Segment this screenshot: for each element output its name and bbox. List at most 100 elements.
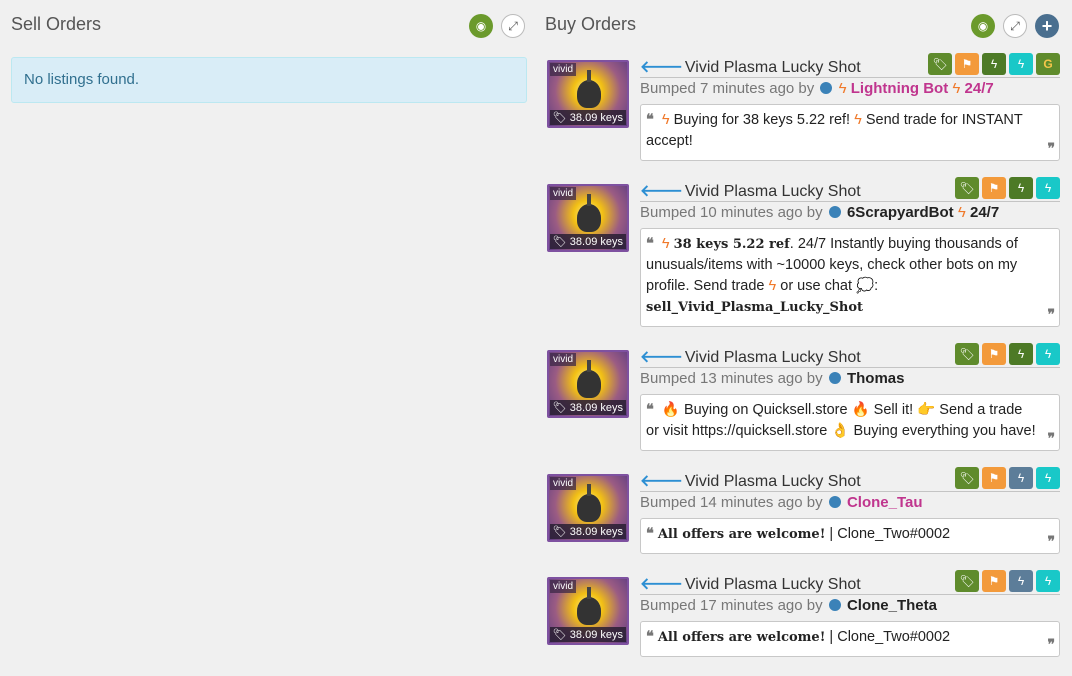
bolt-icon[interactable]: ϟ	[1036, 343, 1060, 365]
tag-icon[interactable]: 🏷	[928, 53, 952, 75]
bolt-icon[interactable]: ϟ	[1009, 177, 1033, 199]
no-listings-alert: No listings found.	[11, 57, 527, 103]
quality-tag: vivid	[550, 580, 577, 593]
user-suffix: 24/7	[969, 204, 1000, 221]
arrow-left-icon: 🡐	[640, 59, 683, 76]
expand-icon: ⤢	[1010, 18, 1020, 33]
comment-text: Sell it!	[873, 402, 914, 418]
status-dot-icon	[820, 82, 833, 94]
item-image	[577, 194, 601, 232]
quote-close-icon: ❞	[1047, 637, 1055, 653]
quote-close-icon: ❞	[1047, 141, 1055, 157]
bolt-icon: ϟ	[838, 80, 847, 97]
price-tag: 🏷 38.09 keys	[549, 627, 626, 642]
item-name-link[interactable]: Vivid Plasma Lucky Shot	[685, 473, 861, 490]
tag-icon: 🏷	[552, 526, 567, 538]
comment-text: | Clone_Two#0002	[825, 629, 951, 645]
fire-icon: 🔥	[851, 402, 870, 418]
price-value: 38.09 keys	[569, 526, 623, 538]
comment-text: Buying for 38 keys 5.22 ref!	[673, 112, 851, 128]
status-dot-icon	[828, 206, 841, 218]
toggle-visibility-button[interactable]: ◉	[971, 14, 995, 38]
item-name-link[interactable]: Vivid Plasma Lucky Shot	[685, 576, 861, 593]
ok-hand-icon: 👌	[831, 423, 850, 439]
item-thumbnail[interactable]: vivid 🏷 38.09 keys	[547, 577, 629, 645]
user-link[interactable]: Lightning Bot	[851, 80, 948, 97]
add-listing-button[interactable]: +	[1035, 14, 1059, 38]
comment-text: Buying everything you have!	[853, 423, 1036, 439]
listing-comment: ❝ All offers are welcome! | Clone_Two#000…	[640, 621, 1060, 657]
tag-icon: 🏷	[552, 402, 567, 414]
user-link[interactable]: 6ScrapyardBot	[847, 204, 954, 221]
user-link[interactable]: Clone_Tau	[847, 494, 923, 511]
bump-text: Bumped 17 minutes ago by	[640, 597, 823, 614]
bump-info: Bumped 17 minutes ago by Clone_Theta	[640, 597, 1060, 617]
quality-tag: vivid	[550, 63, 577, 76]
listing: vivid 🏷 38.09 keys 🡐 Vivid Plasma Lucky S…	[547, 343, 1060, 456]
bolt-icon: ϟ	[957, 204, 966, 221]
bump-info: Bumped 14 minutes ago by Clone_Tau	[640, 494, 1060, 514]
expand-icon: ⤢	[508, 18, 518, 33]
listing-comment: ❝ ϟ 38 keys 5.22 ref. 24/7 Instantly buy…	[640, 228, 1060, 327]
tag-icon[interactable]: 🏷	[955, 467, 979, 489]
eye-slash-icon: ◉	[977, 19, 989, 33]
item-name-link[interactable]: Vivid Plasma Lucky Shot	[685, 183, 861, 200]
bolt-icon: ϟ	[768, 278, 777, 294]
item-thumbnail[interactable]: vivid 🏷 38.09 keys	[547, 474, 629, 542]
flag-icon[interactable]: ⚑	[982, 570, 1006, 592]
listing-comment: ❝ All offers are welcome! | Clone_Two#000…	[640, 518, 1060, 554]
tag-icon[interactable]: 🏷	[955, 343, 979, 365]
flag-icon[interactable]: ⚑	[982, 177, 1006, 199]
status-dot-icon	[828, 372, 841, 384]
arrow-left-icon: 🡐	[640, 183, 683, 200]
flag-icon[interactable]: ⚑	[982, 467, 1006, 489]
quality-tag: vivid	[550, 477, 577, 490]
bump-text: Bumped 7 minutes ago by	[640, 80, 815, 97]
user-link[interactable]: Thomas	[847, 370, 905, 387]
quote-open-icon: ❝	[646, 401, 654, 418]
bolt-icon: ϟ	[854, 112, 862, 128]
price-tag: 🏷 38.09 keys	[549, 400, 626, 415]
item-image	[577, 587, 601, 625]
bolt-icon[interactable]: ϟ	[1036, 467, 1060, 489]
flag-icon[interactable]: ⚑	[955, 53, 979, 75]
tag-icon[interactable]: 🏷	[955, 177, 979, 199]
comment-text: :	[874, 278, 879, 294]
gladiator-icon[interactable]: G	[1036, 53, 1060, 75]
plus-icon: +	[1041, 15, 1053, 36]
user-suffix: 24/7	[964, 80, 994, 97]
bolt-icon[interactable]: ϟ	[1009, 343, 1033, 365]
comment-text: or use chat	[780, 278, 852, 294]
bolt-icon[interactable]: ϟ	[982, 53, 1006, 75]
toggle-visibility-button[interactable]: ◉	[469, 14, 493, 38]
bump-info: Bumped 7 minutes ago by ϟ Lightning Bot …	[640, 80, 1060, 100]
item-thumbnail[interactable]: vivid 🏷 38.09 keys	[547, 184, 629, 252]
price-value: 38.09 keys	[569, 629, 623, 641]
comment-bold-text: All offers are welcome!	[657, 527, 826, 542]
bolt-icon[interactable]: ϟ	[1009, 467, 1033, 489]
item-name-link[interactable]: Vivid Plasma Lucky Shot	[685, 59, 861, 76]
tag-icon: 🏷	[552, 629, 567, 641]
item-thumbnail[interactable]: vivid 🏷 38.09 keys	[547, 350, 629, 418]
chat-bubble-icon: 💭	[856, 278, 875, 294]
expand-button[interactable]: ⤢	[1003, 14, 1027, 38]
item-thumbnail[interactable]: vivid 🏷 38.09 keys	[547, 60, 629, 128]
bolt-icon[interactable]: ϟ	[1009, 570, 1033, 592]
comment-bold-text: All offers are welcome!	[657, 630, 826, 645]
item-name-link[interactable]: Vivid Plasma Lucky Shot	[685, 349, 861, 366]
bolt-icon[interactable]: ϟ	[1036, 177, 1060, 199]
expand-button[interactable]: ⤢	[501, 14, 525, 38]
tag-icon[interactable]: 🏷	[955, 570, 979, 592]
sell-orders-title: Sell Orders	[11, 14, 102, 34]
bolt-icon: ϟ	[952, 80, 961, 97]
comment-bold-text: 38 keys 5.22 ref	[673, 237, 790, 252]
bolt-icon[interactable]: ϟ	[1036, 570, 1060, 592]
arrow-left-icon: 🡐	[640, 349, 683, 366]
listing-comment: ❝ 🔥 Buying on Quicksell.store 🔥 Sell it!…	[640, 394, 1060, 451]
bolt-icon[interactable]: ϟ	[1009, 53, 1033, 75]
bump-text: Bumped 10 minutes ago by	[640, 204, 823, 221]
comment-text: Buying on Quicksell.store	[683, 402, 848, 418]
flag-icon[interactable]: ⚑	[982, 343, 1006, 365]
user-link[interactable]: Clone_Theta	[847, 597, 937, 614]
arrow-left-icon: 🡐	[640, 576, 683, 593]
